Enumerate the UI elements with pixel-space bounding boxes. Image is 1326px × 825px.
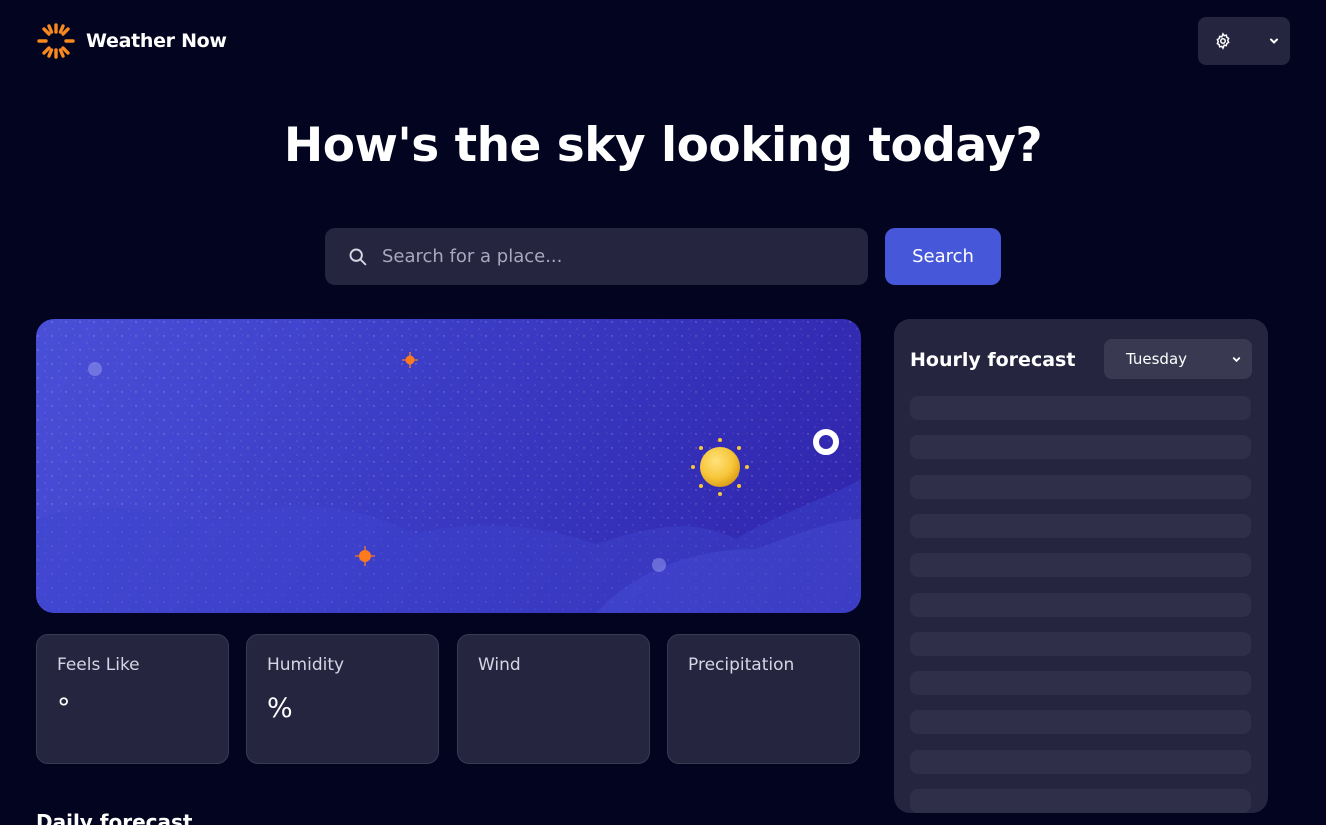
- units-dropdown-button[interactable]: [1198, 17, 1290, 65]
- page-title: How's the sky looking today?: [283, 118, 1043, 173]
- current-weather-card: [36, 319, 861, 613]
- chevron-down-icon: [1232, 356, 1241, 362]
- app-name: Weather Now: [86, 30, 227, 52]
- stat-label: Wind: [478, 655, 521, 675]
- hourly-row-placeholder: [910, 513, 1251, 538]
- stat-label: Feels Like: [57, 655, 140, 675]
- search-icon: [349, 248, 367, 266]
- search-button[interactable]: Search: [885, 228, 1001, 285]
- hourly-row-placeholder: [910, 435, 1251, 460]
- stat-card-precipitation: Precipitation: [667, 634, 860, 764]
- daily-forecast-title: Daily forecast: [36, 810, 193, 825]
- search-input[interactable]: [382, 246, 842, 267]
- search-box[interactable]: [325, 228, 868, 285]
- stat-label: Precipitation: [688, 655, 795, 675]
- app-logo[interactable]: Weather Now: [36, 22, 227, 60]
- hourly-row-placeholder: [910, 396, 1251, 420]
- hourly-row-placeholder: [910, 789, 1251, 813]
- hourly-forecast-title: Hourly forecast: [910, 349, 1076, 371]
- sun-logo-icon: [37, 23, 75, 59]
- hourly-row-placeholder: [910, 710, 1251, 735]
- stat-card-wind: Wind: [457, 634, 650, 764]
- stat-value: °: [57, 693, 71, 724]
- hourly-forecast-panel: Hourly forecast Tuesday: [894, 319, 1268, 813]
- stat-label: Humidity: [267, 655, 345, 675]
- sky-illustration: [36, 319, 861, 613]
- stat-card-feels-like: Feels Like °: [36, 634, 229, 764]
- day-select-dropdown[interactable]: Tuesday: [1104, 339, 1252, 379]
- selected-day: Tuesday: [1126, 350, 1188, 368]
- chevron-down-icon: [1270, 38, 1278, 44]
- hourly-row-placeholder: [910, 749, 1251, 774]
- hourly-row-placeholder: [910, 553, 1251, 578]
- stat-value: %: [267, 693, 293, 724]
- stat-card-humidity: Humidity %: [246, 634, 439, 764]
- hourly-row-placeholder: [910, 631, 1251, 656]
- hourly-row-placeholder: [910, 592, 1251, 617]
- gear-icon: [1216, 32, 1230, 50]
- hourly-row-placeholder: [910, 474, 1251, 499]
- hourly-row-placeholder: [910, 671, 1251, 696]
